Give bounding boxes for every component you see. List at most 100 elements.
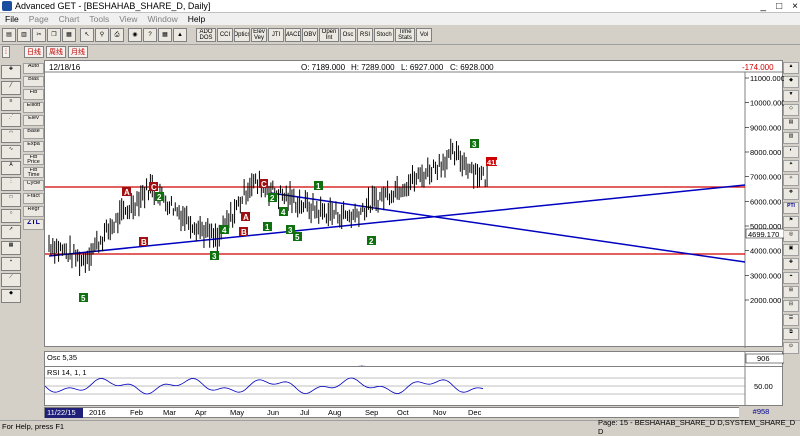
right-tool-9[interactable]: ✧ <box>783 174 799 186</box>
osc-button[interactable]: Osc <box>340 28 356 42</box>
right-tool-6[interactable]: ▥ <box>783 132 799 144</box>
channel-icon[interactable]: ≡ <box>1 97 21 111</box>
wave-marker-label: C <box>151 183 157 192</box>
box-icon[interactable]: □ <box>1 193 21 207</box>
price-tick-label: 4000.000 <box>750 247 781 256</box>
wave-marker-label: B <box>141 238 147 247</box>
tool-fib-price[interactable]: Fib Price <box>23 154 44 165</box>
weekly-button[interactable]: 周线 <box>46 46 66 58</box>
time-stats-button[interactable]: Time Stats <box>395 28 415 42</box>
crosshair-icon[interactable]: ✚ <box>1 65 21 79</box>
line-icon[interactable]: ╱ <box>1 81 21 95</box>
grid-tool-icon[interactable]: ▦ <box>1 241 21 255</box>
month-label: Feb <box>130 408 143 417</box>
text-icon[interactable]: A <box>1 161 21 175</box>
status-bar: For Help, press F1 Page: 15 - BESHAHAB_S… <box>0 418 800 436</box>
menu-file[interactable]: File <box>0 14 24 24</box>
paste-icon[interactable]: ▦ <box>62 28 76 42</box>
right-tool-13[interactable]: ◎ <box>783 230 799 242</box>
wave-marker-label: 3 <box>212 252 217 261</box>
right-tool-16[interactable]: ⌖ <box>783 272 799 284</box>
menu-tools[interactable]: Tools <box>84 14 114 24</box>
right-tool-8[interactable]: ✦ <box>783 160 799 172</box>
jti-button[interactable]: JTI <box>268 28 284 42</box>
daily-button[interactable]: 日线 <box>24 46 44 58</box>
tool-fib[interactable]: Fib <box>23 89 44 100</box>
tool-fib-time[interactable]: Fib Time <box>23 167 44 178</box>
price-chart-panel: 12/18/16 O: 7189.000 H: 7289.000 L: 6927… <box>44 60 784 348</box>
tool-cycle[interactable]: Cycle <box>23 180 44 191</box>
menu-window[interactable]: Window <box>142 14 182 24</box>
macd-button[interactable]: MACD <box>285 28 301 42</box>
wave-marker-label: 3 <box>472 140 477 149</box>
maximize-button[interactable]: □ <box>776 0 782 13</box>
right-tool-15[interactable]: ✚ <box>783 258 799 270</box>
menu-help[interactable]: Help <box>183 14 210 24</box>
grid-icon[interactable]: ▦ <box>158 28 172 42</box>
regress-icon[interactable]: ⟋ <box>1 273 21 287</box>
print-icon[interactable]: ⎙ <box>110 28 124 42</box>
right-tool-19[interactable]: ☰ <box>783 314 799 326</box>
right-tool-3[interactable]: ▼ <box>783 90 799 102</box>
zoom-icon[interactable]: ⚲ <box>95 28 109 42</box>
ellipse-icon[interactable]: ○ <box>1 209 21 223</box>
right-tool-1[interactable]: ▲ <box>783 62 799 74</box>
elev-vey-button[interactable]: Elev Vey <box>251 28 267 42</box>
close-button[interactable]: × <box>792 0 798 13</box>
copy-icon[interactable]: ❐ <box>47 28 61 42</box>
open-icon[interactable]: ▤ <box>2 28 16 42</box>
right-tool-4[interactable]: ◇ <box>783 104 799 116</box>
right-tool-10[interactable]: ❖ <box>783 188 799 200</box>
cycle-icon[interactable]: ∿ <box>1 145 21 159</box>
right-tool-12[interactable]: ⚑ <box>783 216 799 228</box>
tool-bias[interactable]: Bias <box>23 76 44 87</box>
price-chart[interactable]: 12/18/16 O: 7189.000 H: 7289.000 L: 6927… <box>45 61 784 348</box>
tool-base[interactable]: Base <box>23 128 44 139</box>
rsi-chart[interactable]: RSI 14, 1, 1 50.00 <box>45 367 784 407</box>
cursor-icon[interactable]: ↖ <box>80 28 94 42</box>
open-int-button[interactable]: Open Int <box>319 28 339 42</box>
ado-button[interactable]: ADO DOS <box>196 28 216 42</box>
right-tool-5[interactable]: ▤ <box>783 118 799 130</box>
month-label: Mar <box>163 408 176 417</box>
tool-auto[interactable]: Auto <box>23 63 44 74</box>
right-tool-2[interactable]: ◆ <box>783 76 799 88</box>
right-tool-7[interactable]: ◐ <box>783 146 799 158</box>
arrow-icon[interactable]: ➚ <box>1 225 21 239</box>
tool-ztl[interactable]: ZTL <box>23 219 44 230</box>
right-tool-21[interactable]: ⊙ <box>783 342 799 354</box>
right-tool-18[interactable]: ⊟ <box>783 300 799 312</box>
tool-elev[interactable]: Elev <box>23 115 44 126</box>
camera-icon[interactable]: ◉ <box>128 28 142 42</box>
month-label: Aug <box>328 408 342 417</box>
rsi-button[interactable]: RSI <box>357 28 373 42</box>
right-tool-20[interactable]: ⧉ <box>783 328 799 340</box>
arc-icon[interactable]: ◠ <box>1 129 21 143</box>
save-icon[interactable]: ▥ <box>17 28 31 42</box>
fan-icon[interactable]: ⋰ <box>1 113 21 127</box>
tool-expa[interactable]: Expa <box>23 141 44 152</box>
chart-icon[interactable]: ▲ <box>173 28 187 42</box>
fib-icon[interactable]: ⋮ <box>1 177 21 191</box>
cci-button[interactable]: CCI <box>217 28 233 42</box>
right-tool-pti[interactable]: PTI <box>783 202 799 214</box>
monthly-button[interactable]: 月线 <box>68 46 88 58</box>
rsi-label: RSI 14, 1, 1 <box>47 368 87 377</box>
right-tool-14[interactable]: ▣ <box>783 244 799 256</box>
stoch-button[interactable]: Stoch <box>374 28 394 42</box>
pitchfork-icon[interactable]: ⑃ <box>1 257 21 271</box>
cut-icon[interactable]: ✂ <box>32 28 46 42</box>
minimize-button[interactable]: _ <box>761 0 767 13</box>
marker-icon[interactable]: ◆ <box>1 289 21 303</box>
menu-view[interactable]: View <box>114 14 142 24</box>
tool-regr[interactable]: Regr <box>23 206 44 217</box>
help-icon[interactable]: ? <box>143 28 157 42</box>
menu-chart[interactable]: Chart <box>54 14 85 24</box>
menu-page[interactable]: Page <box>24 14 54 24</box>
right-tool-17[interactable]: ⊞ <box>783 286 799 298</box>
tool-elliott[interactable]: Elliott <box>23 102 44 113</box>
obv-button[interactable]: OBV <box>302 28 318 42</box>
tool-fract[interactable]: Fract <box>23 193 44 204</box>
optics-button[interactable]: Optics <box>234 28 250 42</box>
vol-button[interactable]: Vol <box>416 28 432 42</box>
